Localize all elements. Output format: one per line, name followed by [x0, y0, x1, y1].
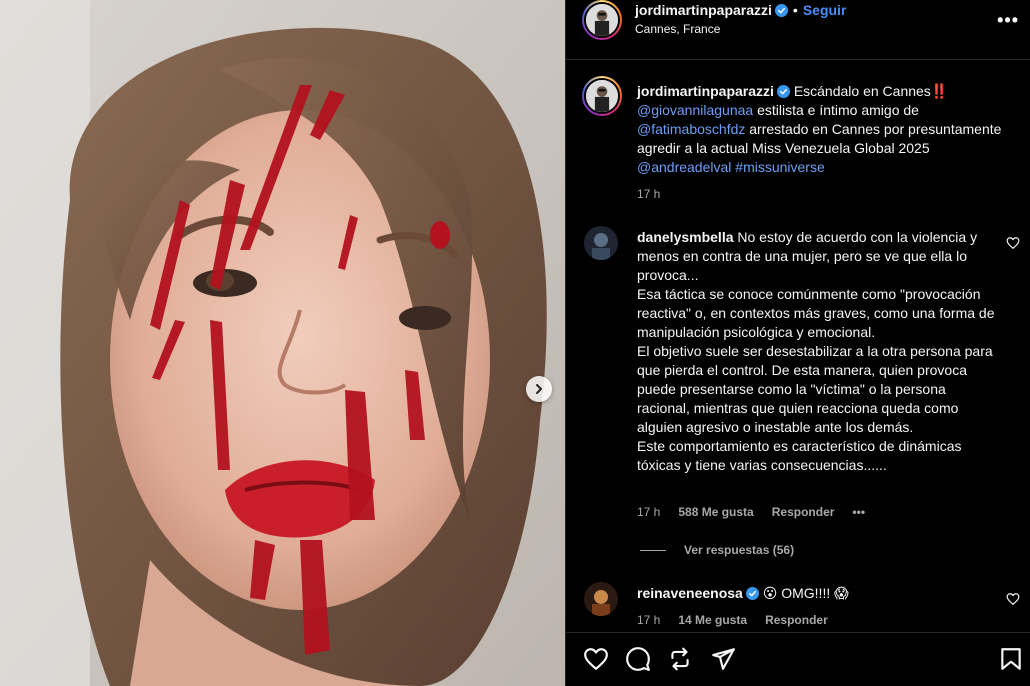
- comment-author[interactable]: danelysmbella: [637, 229, 734, 245]
- comment-meta: 17 h 588 Me gusta Responder •••: [637, 505, 883, 519]
- separator-dot: •: [792, 2, 798, 18]
- post-location[interactable]: Cannes, France: [635, 22, 720, 36]
- verified-badge-icon: [774, 4, 788, 17]
- post-media[interactable]: [0, 0, 565, 686]
- mention-link[interactable]: @giovannilagunaa: [637, 102, 753, 118]
- author-username[interactable]: jordimartinpaparazzi: [635, 2, 772, 18]
- post-side-panel: jordimartinpaparazzi • Seguir Cannes, Fran…: [565, 0, 1030, 686]
- more-options-button[interactable]: •••: [997, 10, 1019, 31]
- caption-title: Escándalo en Cannes: [793, 83, 931, 99]
- replies-line: [640, 549, 666, 551]
- reply-button[interactable]: Responder: [772, 505, 835, 519]
- comment-like-icon[interactable]: [1006, 236, 1020, 250]
- comment-author[interactable]: reinaveneenosa: [637, 585, 743, 601]
- mention-link[interactable]: @fatimaboschfdz: [637, 121, 745, 137]
- comment-likes[interactable]: 14 Me gusta: [678, 613, 747, 627]
- caption-author-avatar[interactable]: [582, 76, 622, 116]
- avatar-image: [584, 78, 620, 114]
- repost-icon[interactable]: [667, 646, 693, 672]
- commenter-avatar[interactable]: [584, 582, 618, 616]
- comment-like-icon[interactable]: [1006, 592, 1020, 606]
- avatar-image: [584, 2, 620, 38]
- caption-text: estilista e íntimo amigo de: [753, 102, 919, 118]
- heart-icon[interactable]: [583, 646, 609, 672]
- view-replies-button[interactable]: Ver respuestas (56): [640, 543, 794, 557]
- verified-badge-icon: [776, 85, 790, 98]
- chevron-right-icon: [536, 384, 542, 394]
- exclamation-emoji: ‼️: [930, 83, 949, 99]
- post-photo: [0, 0, 565, 686]
- comment-time[interactable]: 17 h: [637, 505, 660, 519]
- comment-time[interactable]: 17 h: [637, 613, 660, 627]
- share-icon[interactable]: [710, 646, 736, 672]
- comment-text: No estoy de acuerdo con la violencia y m…: [637, 229, 995, 473]
- post-caption: jordimartinpaparazzi Escándalo en Cannes…: [637, 82, 1022, 204]
- instagram-post-view: jordimartinpaparazzi • Seguir Cannes, Fran…: [0, 0, 1030, 686]
- caption-time[interactable]: 17 h: [637, 187, 660, 201]
- comment-icon[interactable]: [625, 646, 651, 672]
- post-actions-bar: [566, 632, 1030, 686]
- reply-button[interactable]: Responder: [765, 613, 828, 627]
- commenter-avatar[interactable]: [584, 226, 618, 260]
- comment-text: 😮 OMG!!!! 😱: [762, 585, 849, 601]
- follow-button[interactable]: Seguir: [803, 2, 847, 18]
- comment: danelysmbella No estoy de acuerdo con la…: [637, 228, 997, 475]
- bookmark-icon[interactable]: [998, 646, 1024, 672]
- hashtag-link[interactable]: #missuniverse: [735, 159, 824, 175]
- header-line: jordimartinpaparazzi • Seguir: [635, 2, 846, 18]
- next-media-button[interactable]: [526, 376, 552, 402]
- mention-link[interactable]: @andreadelval: [637, 159, 731, 175]
- post-header: jordimartinpaparazzi • Seguir Cannes, Fran…: [566, 0, 1030, 60]
- comment-meta: 17 h 14 Me gusta Responder: [637, 613, 846, 627]
- comment-more-button[interactable]: •••: [852, 505, 865, 519]
- caption-author-username[interactable]: jordimartinpaparazzi: [637, 83, 774, 99]
- view-replies-label: Ver respuestas (56): [684, 543, 795, 557]
- comment-likes[interactable]: 588 Me gusta: [678, 505, 753, 519]
- more-options-icon: •••: [997, 10, 1019, 30]
- comment: reinaveneenosa 😮 OMG!!!! 😱: [637, 584, 1022, 603]
- caption-meta: 17 h: [637, 185, 1022, 204]
- author-avatar[interactable]: [582, 0, 622, 40]
- verified-badge-icon: [745, 587, 759, 600]
